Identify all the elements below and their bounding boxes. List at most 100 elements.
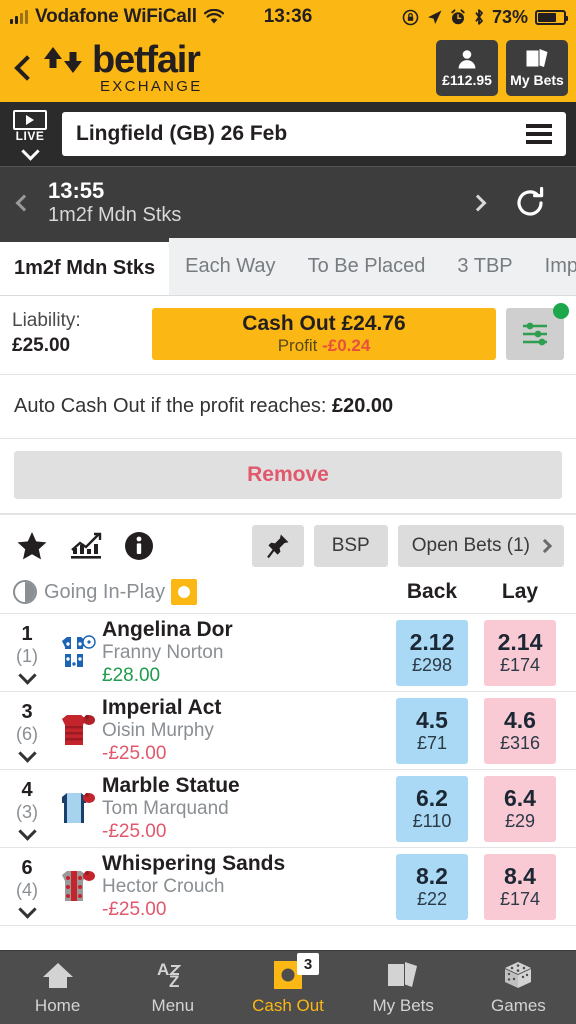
runner-name: Whispering Sands (102, 852, 286, 876)
brand-subtitle: EXCHANGE (100, 78, 203, 96)
liability-block: Liability: £25.00 (12, 309, 142, 358)
lay-odds: 4.6 (504, 706, 536, 733)
star-icon[interactable] (16, 531, 48, 561)
auto-cash-out-value: £20.00 (331, 395, 394, 417)
table-row[interactable]: 4 (3) Marble Statue Tom Marquand -£25.00… (0, 770, 576, 848)
price-chart-icon[interactable] (70, 532, 102, 560)
runner-number-block[interactable]: 4 (3) (6, 779, 48, 842)
app-header: betfair EXCHANGE £112.95 My Bets (0, 34, 576, 102)
going-in-play-indicator: Going In-Play (12, 579, 198, 605)
cash-out-amount: Cash Out £24.76 (242, 312, 406, 336)
back-odds: 8.2 (416, 862, 448, 889)
tab-2[interactable]: To Be Placed (292, 238, 442, 295)
runner-name: Marble Statue (102, 774, 240, 798)
cash-out-button[interactable]: Cash Out £24.76 Profit -£0.24 (152, 308, 496, 360)
signal-bars-icon (10, 10, 28, 24)
venue-label: Lingfield (GB) 26 Feb (76, 122, 288, 145)
runner-info: Imperial Act Oisin Murphy -£25.00 (100, 695, 390, 766)
runner-profit-loss: -£25.00 (102, 743, 167, 765)
live-stream-button[interactable]: LIVE (6, 110, 54, 161)
settings-active-dot (553, 303, 569, 319)
tab-4[interactable]: Imperial (529, 238, 576, 295)
nav-label-games: Games (491, 996, 546, 1015)
refresh-icon (517, 186, 544, 215)
chevron-down-icon[interactable] (17, 666, 37, 686)
liability-value: £25.00 (12, 335, 71, 356)
nav-item-home[interactable]: Home (0, 951, 115, 1024)
next-race-button[interactable] (454, 194, 502, 211)
a-z-menu-icon: A Z (156, 959, 190, 991)
lay-price-button[interactable]: 6.4 £29 (484, 775, 556, 842)
market-toolbar: BSP Open Bets (1) (0, 513, 576, 575)
open-bets-button[interactable]: Open Bets (1) (397, 525, 564, 567)
pin-icon (266, 534, 289, 559)
auto-cash-out-row[interactable]: Auto Cash Out if the profit reaches: £20… (0, 374, 576, 439)
brand-name: betfair (92, 38, 201, 81)
back-column-header: Back (406, 580, 458, 603)
nav-item-cash-out[interactable]: 3 Cash Out (230, 951, 345, 1024)
venue-selector[interactable]: Lingfield (GB) 26 Feb (62, 112, 566, 156)
prev-race-button[interactable] (0, 194, 48, 211)
lay-odds: 6.4 (504, 784, 536, 811)
back-price-button[interactable]: 4.5 £71 (396, 697, 468, 764)
table-row[interactable]: 3 (6) Imperial Act Oisin Murphy -£25.00 … (0, 692, 576, 770)
runner-number: 6 (21, 856, 33, 879)
account-balance-button[interactable]: £112.95 (436, 40, 498, 96)
back-price-button[interactable]: 6.2 £110 (396, 775, 468, 842)
lay-price-button[interactable]: 4.6 £316 (484, 697, 556, 764)
cash-out-icon: 3 (273, 953, 319, 991)
nav-item-my-bets[interactable]: My Bets (346, 951, 461, 1024)
status-bar-left: Vodafone WiFiCall (10, 6, 224, 28)
market-tabs[interactable]: 1m2f Mdn Stks Each Way To Be Placed 3 TB… (0, 238, 576, 296)
chevron-down-icon[interactable] (17, 900, 37, 920)
runner-number-block[interactable]: 1 (1) (6, 623, 48, 686)
refresh-button[interactable] (502, 186, 558, 220)
chevron-down-icon[interactable] (17, 822, 37, 842)
back-price-button[interactable]: 8.2 £22 (396, 853, 468, 920)
open-bets-label: Open Bets (1) (411, 535, 530, 556)
silk-icon (48, 867, 100, 907)
info-icon[interactable] (124, 531, 154, 561)
runner-name: Imperial Act (102, 696, 222, 720)
lay-price-button[interactable]: 2.14 £174 (484, 619, 556, 686)
header-buttons: £112.95 My Bets (436, 40, 568, 96)
liability-label: Liability: (12, 310, 81, 332)
table-row[interactable]: 6 (4) Whispering Sands Hector Crouch -£2… (0, 848, 576, 926)
pin-button[interactable] (251, 525, 304, 567)
runner-number-block[interactable]: 6 (4) (6, 856, 48, 920)
bsp-button[interactable]: BSP (313, 525, 388, 567)
remove-button[interactable]: Remove (14, 451, 562, 499)
runner-number-block[interactable]: 3 (6) (6, 701, 48, 764)
tab-1[interactable]: Each Way (169, 238, 291, 295)
lay-size: £174 (499, 655, 541, 676)
betfair-arrows-icon (44, 47, 82, 73)
lay-price-button[interactable]: 8.4 £174 (484, 853, 556, 920)
my-bets-label: My Bets (510, 72, 564, 88)
cash-out-settings-button[interactable] (506, 303, 569, 360)
person-icon (458, 50, 476, 69)
remove-row: Remove (0, 439, 576, 513)
back-odds: 6.2 (416, 784, 448, 811)
tab-3[interactable]: 3 TBP (441, 238, 528, 295)
tab-0[interactable]: 1m2f Mdn Stks (0, 238, 170, 295)
chevron-down-icon (20, 141, 40, 161)
runner-profit-loss: -£25.00 (102, 821, 167, 843)
cash-out-badge: 3 (297, 953, 319, 975)
nav-item-menu[interactable]: A Z Menu (115, 951, 230, 1024)
back-button[interactable] (8, 53, 38, 83)
in-play-badge-icon (171, 579, 198, 605)
back-price-button[interactable]: 2.12 £298 (396, 619, 468, 686)
runner-draw: (4) (16, 880, 38, 901)
chevron-left-icon (15, 194, 33, 211)
table-row[interactable]: 1 (1) Angelina Dor Franny Norton £28.00 … (0, 614, 576, 692)
my-bets-icon (526, 49, 548, 67)
runner-info: Whispering Sands Hector Crouch -£25.00 (100, 851, 390, 922)
silk-icon (48, 633, 100, 673)
my-bets-button[interactable]: My Bets (506, 40, 568, 96)
chevron-right-icon (469, 194, 487, 211)
nav-item-games[interactable]: Games (461, 951, 576, 1024)
jockey-name: Oisin Murphy (102, 720, 214, 742)
chevron-down-icon[interactable] (17, 744, 37, 764)
hamburger-menu-icon[interactable] (526, 124, 552, 144)
battery-icon (535, 9, 568, 25)
